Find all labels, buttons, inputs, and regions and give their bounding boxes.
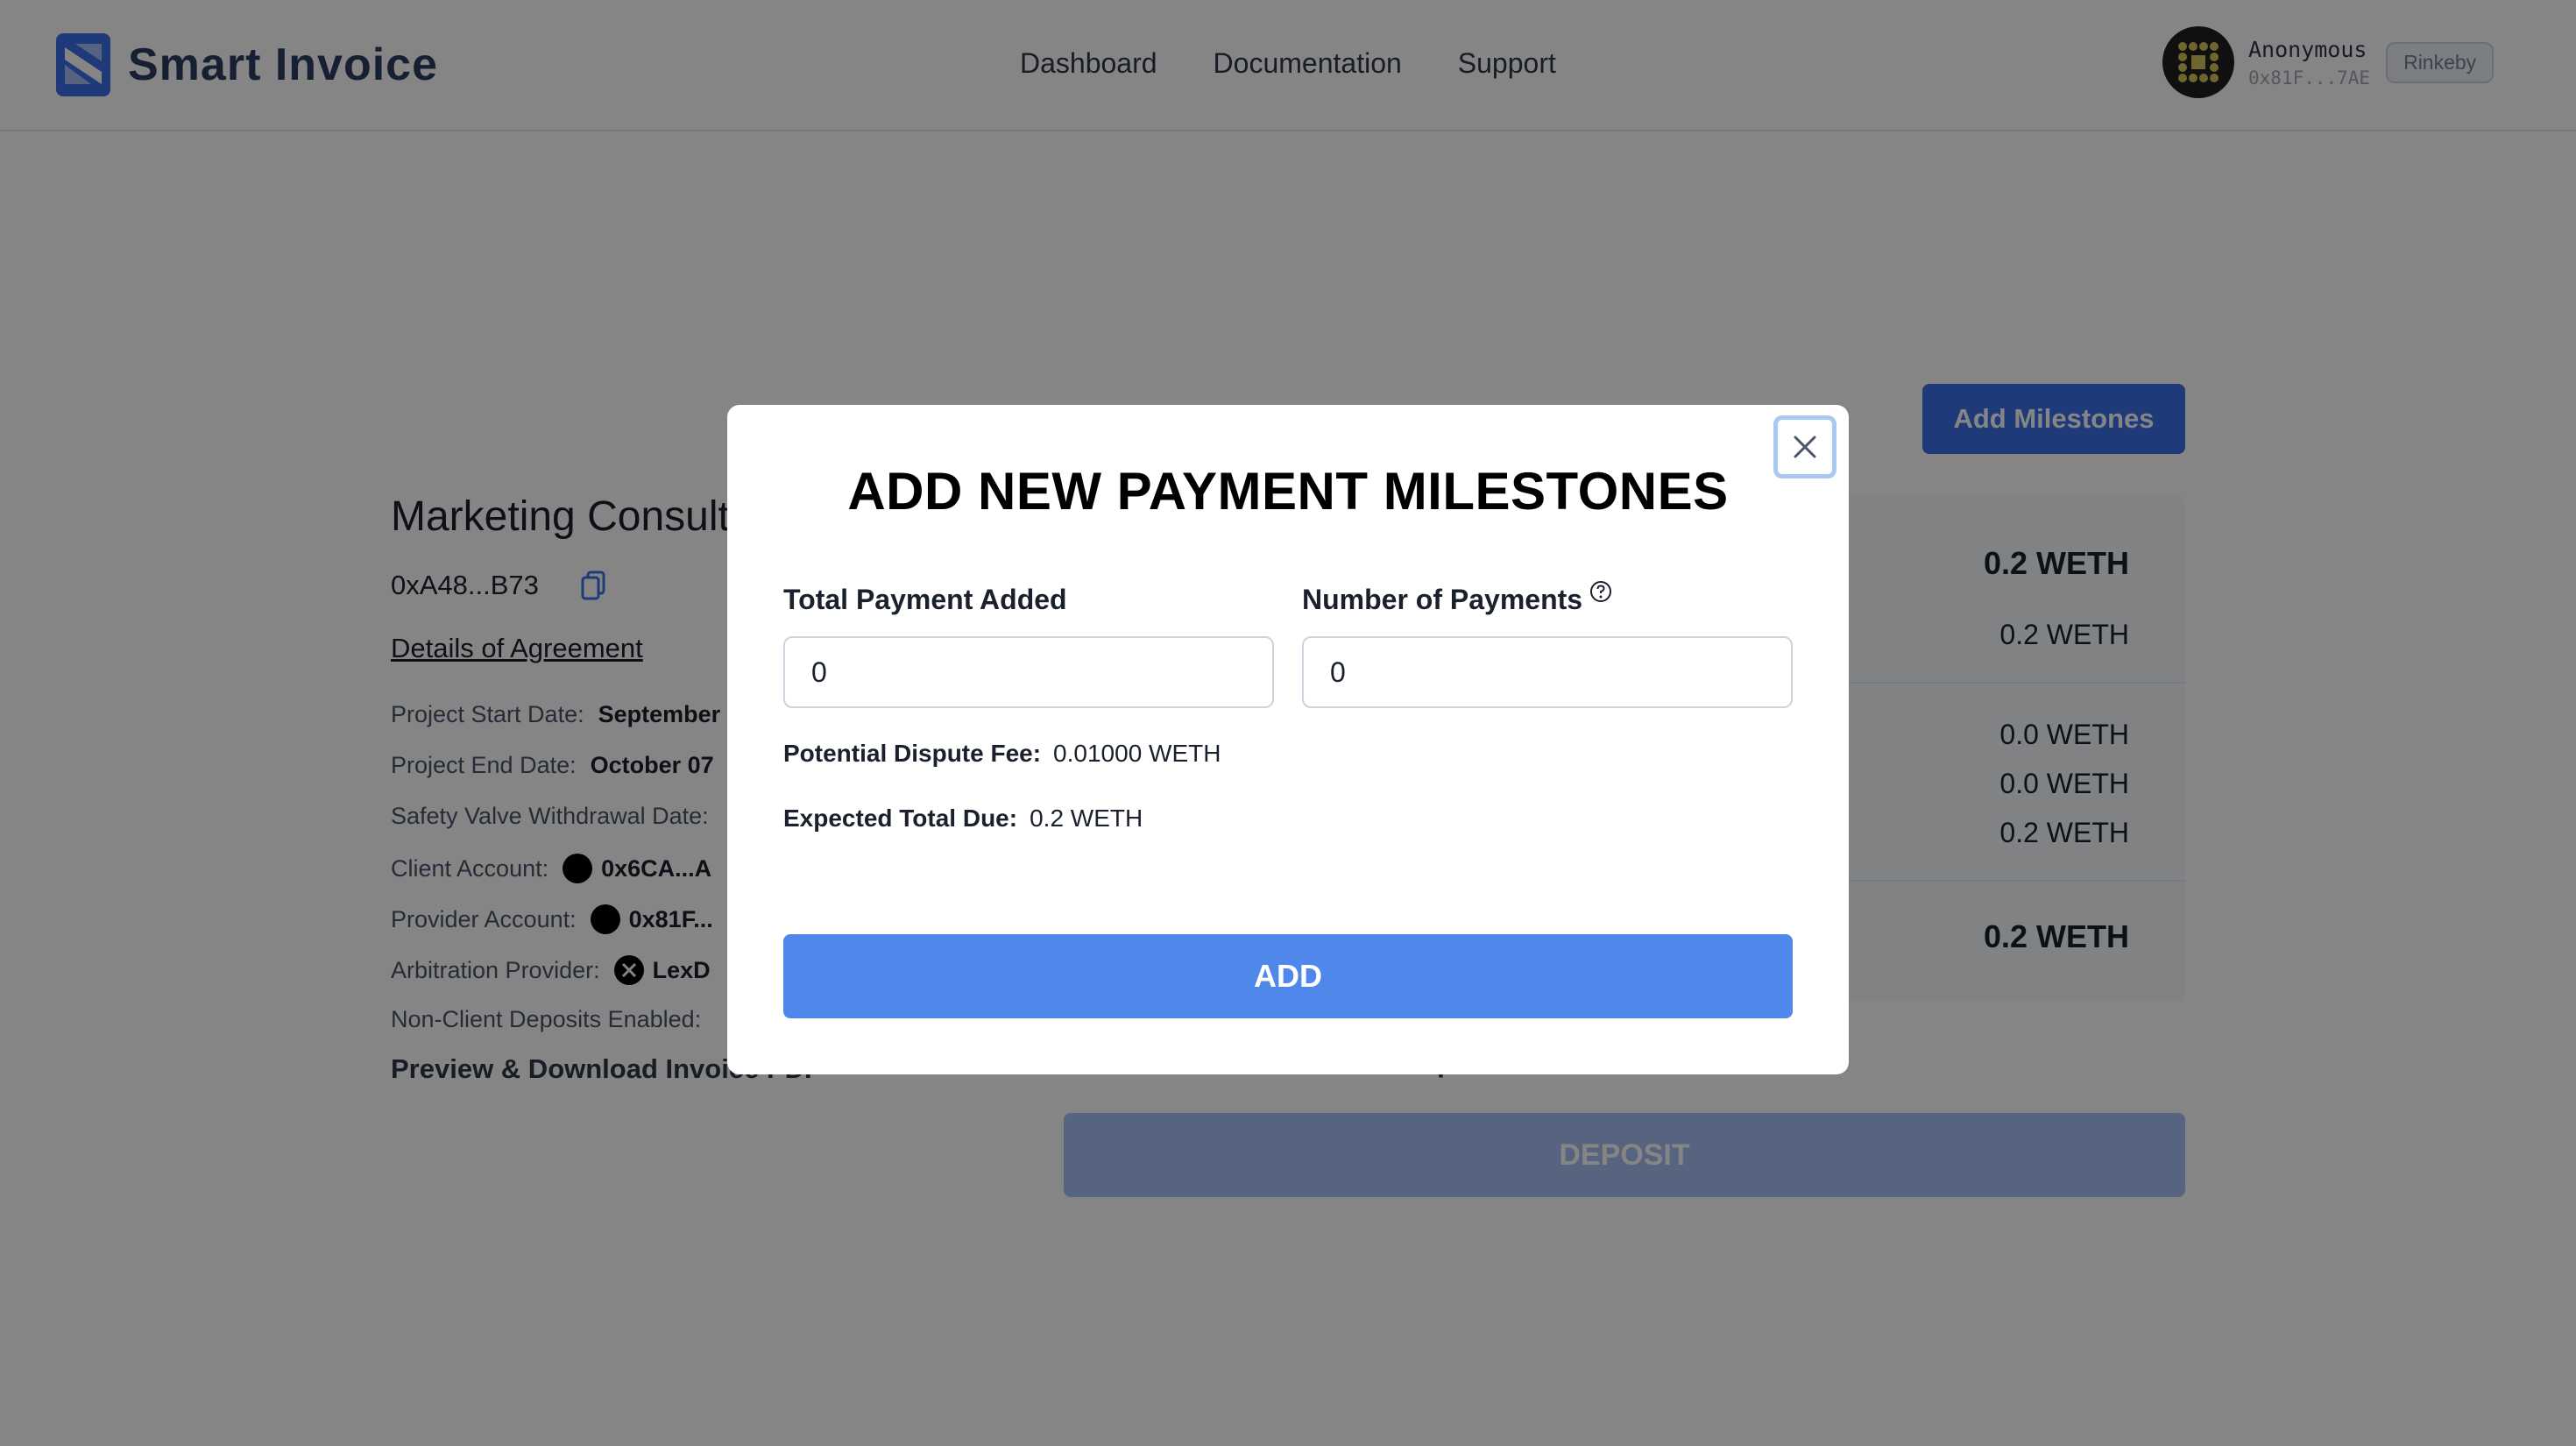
total-payment-label: Total Payment Added — [783, 584, 1067, 616]
dispute-fee-row: Potential Dispute Fee: 0.01000 WETH — [783, 740, 1221, 768]
dispute-fee-label: Potential Dispute Fee: — [783, 740, 1042, 767]
dispute-fee-value: 0.01000 WETH — [1053, 740, 1221, 767]
close-icon — [1794, 436, 1816, 458]
total-due-label: Expected Total Due: — [783, 805, 1018, 832]
total-due-value: 0.2 WETH — [1030, 805, 1143, 832]
total-payment-label-text: Total Payment Added — [783, 584, 1067, 615]
add-button[interactable]: ADD — [783, 934, 1793, 1018]
number-of-payments-input[interactable] — [1302, 636, 1793, 708]
modal-title: ADD NEW PAYMENT MILESTONES — [847, 462, 1729, 521]
help-icon[interactable] — [1589, 580, 1612, 603]
add-milestones-modal: ADD NEW PAYMENT MILESTONES Total Payment… — [727, 405, 1849, 1074]
total-due-row: Expected Total Due: 0.2 WETH — [783, 805, 1143, 833]
total-payment-input[interactable] — [783, 636, 1274, 708]
number-of-payments-label-text: Number of Payments — [1302, 584, 1583, 615]
number-of-payments-label: Number of Payments — [1302, 581, 1612, 616]
